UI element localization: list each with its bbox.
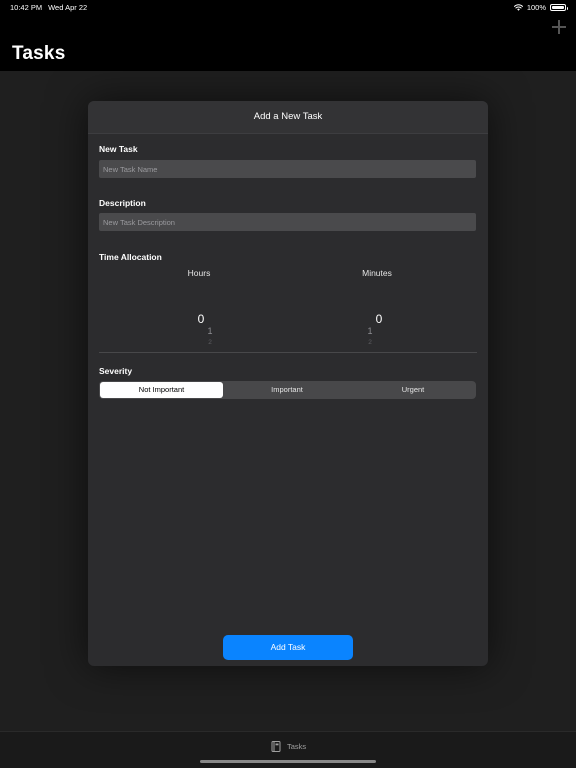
status-left: 10:42 PM Wed Apr 22 [10, 3, 87, 12]
plus-icon[interactable] [552, 20, 566, 34]
battery-icon [550, 4, 568, 11]
minutes-picker-next2: 2 [368, 339, 372, 344]
hours-picker-next: 1 [207, 326, 213, 336]
hours-picker-selected[interactable]: 0 [181, 312, 221, 326]
add-task-sheet: Add a New Task New Task Description Time… [88, 101, 488, 666]
section-divider [99, 352, 477, 353]
time-allocation-label: Time Allocation [99, 252, 162, 262]
navigation-bar: Tasks [0, 14, 576, 71]
hours-picker-next2: 2 [208, 339, 212, 344]
minutes-picker-selected[interactable]: 0 [359, 312, 399, 326]
new-task-label: New Task [99, 144, 138, 154]
severity-label: Severity [99, 366, 133, 376]
severity-segmented-control: Not Important Important Urgent [99, 381, 476, 399]
task-description-input[interactable] [99, 213, 476, 231]
battery-fill [552, 6, 564, 9]
minutes-picker-next: 1 [367, 326, 373, 336]
status-bar: 10:42 PM Wed Apr 22 100% [0, 0, 576, 14]
hours-header: Hours [187, 268, 211, 278]
home-indicator [200, 760, 376, 763]
page-title: Tasks [12, 43, 66, 64]
status-time: 10:42 PM [10, 3, 43, 12]
status-right: 100% [513, 3, 568, 12]
segment-not-important[interactable]: Not Important [100, 382, 223, 398]
tab-tasks-label: Tasks [287, 742, 307, 751]
app-screen: 10:42 PM Wed Apr 22 100% Tasks Add a New… [0, 0, 576, 768]
description-label: Description [99, 198, 146, 208]
segment-urgent[interactable]: Urgent [351, 382, 475, 398]
sheet-header: Add a New Task [88, 101, 488, 134]
book-icon [271, 741, 281, 752]
status-date: Wed Apr 22 [48, 3, 88, 12]
add-task-button[interactable]: Add Task [223, 635, 353, 660]
sheet-title: Add a New Task [253, 111, 323, 122]
minutes-header: Minutes [362, 268, 392, 278]
tab-bar: Tasks [0, 731, 576, 768]
new-task-name-input[interactable] [99, 160, 476, 178]
segment-important[interactable]: Important [225, 382, 349, 398]
tab-tasks[interactable]: Tasks [271, 741, 306, 752]
wifi-icon [513, 4, 523, 11]
battery-percent: 100% [526, 3, 546, 12]
